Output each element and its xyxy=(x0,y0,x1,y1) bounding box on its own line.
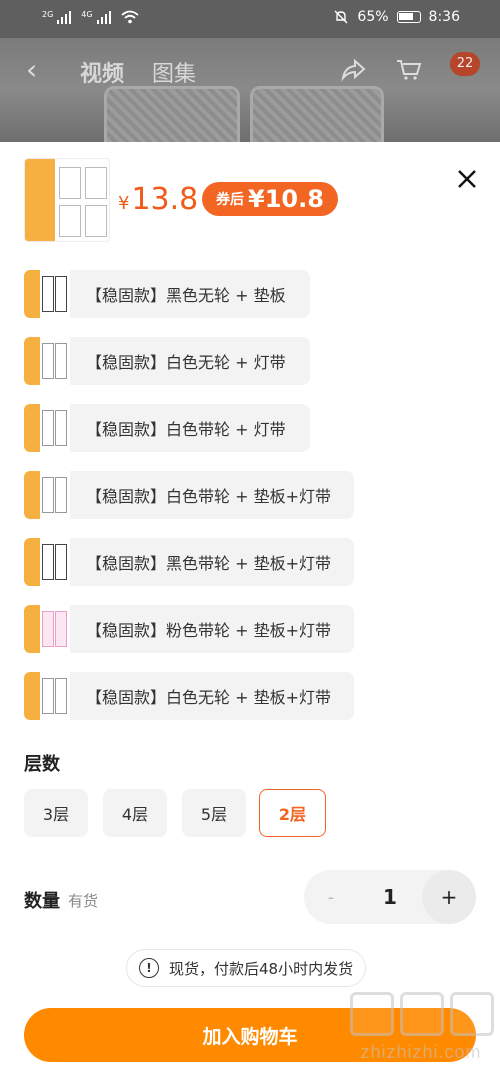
variant-label: 【稳固款】白色带轮 + 垫板+灯带 xyxy=(86,487,331,506)
tab-gallery[interactable]: 图集 xyxy=(152,56,196,88)
shipping-notice-text: 现货，付款后48小时内发货 xyxy=(169,959,354,978)
signal-4g-icon: 4G xyxy=(81,10,111,24)
quantity-value[interactable]: 1 xyxy=(358,870,422,924)
variant-thumbnail xyxy=(24,471,70,519)
status-bar: 2G 4G 65% 8:36 xyxy=(0,0,500,38)
product-image-basket xyxy=(250,86,384,142)
signal-4g-label: 4G xyxy=(81,10,93,19)
variant-option[interactable]: 【稳固款】黑色带轮 + 垫板+灯带 xyxy=(24,538,354,586)
decrease-button[interactable]: - xyxy=(304,870,358,924)
tab-video[interactable]: 视频 xyxy=(80,56,124,88)
battery-percent: 65% xyxy=(357,9,389,25)
signal-2g-label: 2G xyxy=(42,10,54,19)
coupon-price-badge: 券后 ¥10.8 xyxy=(202,182,338,216)
quantity-label: 数量 xyxy=(24,891,60,912)
cart-count-badge: 22 xyxy=(450,52,480,76)
variant-label: 【稳固款】白色无轮 + 垫板+灯带 xyxy=(86,688,331,707)
watermark-text: zhizhizhi.com xyxy=(360,1042,482,1062)
variant-thumbnail xyxy=(24,404,70,452)
quantity-stepper: - 1 + xyxy=(304,870,476,924)
clock: 8:36 xyxy=(428,9,460,25)
variant-label: 【稳固款】粉色带轮 + 垫板+灯带 xyxy=(86,621,331,640)
close-icon[interactable] xyxy=(452,164,482,194)
product-page-header: ‹ 视频 图集 22 xyxy=(0,38,500,142)
price: ¥ 13.8 xyxy=(118,182,198,217)
variant-label: 【稳固款】黑色带轮 + 垫板+灯带 xyxy=(86,554,331,573)
variant-option[interactable]: 【稳固款】白色带轮 + 灯带 xyxy=(24,404,310,452)
variant-label: 【稳固款】白色无轮 + 灯带 xyxy=(86,353,286,372)
variant-thumbnail xyxy=(24,270,70,318)
variant-thumbnail xyxy=(24,672,70,720)
variant-option[interactable]: 【稳固款】黑色无轮 + 垫板 xyxy=(24,270,310,318)
price-currency: ¥ xyxy=(118,193,130,214)
battery-icon xyxy=(396,11,421,23)
coupon-price: ¥10.8 xyxy=(248,185,324,213)
increase-button[interactable]: + xyxy=(422,870,476,924)
layer-option-2-selected[interactable]: 2层 xyxy=(259,789,326,837)
mute-bell-icon xyxy=(334,10,348,24)
variant-option[interactable]: 【稳固款】白色无轮 + 灯带 xyxy=(24,337,310,385)
signal-2g-icon: 2G xyxy=(42,10,72,24)
site-watermark: zhizhizhi.com xyxy=(346,990,496,1070)
variant-thumbnail xyxy=(24,337,70,385)
product-image-basket xyxy=(104,86,240,142)
variant-option[interactable]: 【稳固款】粉色带轮 + 垫板+灯带 xyxy=(24,605,354,653)
price-value: 13.8 xyxy=(131,182,199,217)
sku-selector-sheet: ¥ 13.8 券后 ¥10.8 【稳固款】黑色无轮 + 垫板 【稳固款】白色无轮… xyxy=(0,142,500,1070)
layer-option-4[interactable]: 4层 xyxy=(103,789,167,837)
coupon-label: 券后 xyxy=(216,192,244,208)
variant-option[interactable]: 【稳固款】白色无轮 + 垫板+灯带 xyxy=(24,672,354,720)
stock-status: 有货 xyxy=(68,892,99,910)
variant-label: 【稳固款】黑色无轮 + 垫板 xyxy=(86,286,286,305)
back-arrow-icon[interactable]: ‹ xyxy=(26,56,46,84)
variant-label: 【稳固款】白色带轮 + 灯带 xyxy=(86,420,286,439)
share-icon[interactable] xyxy=(340,58,366,82)
wifi-icon xyxy=(121,10,139,24)
layer-option-5[interactable]: 5层 xyxy=(182,789,246,837)
variant-thumbnail xyxy=(24,605,70,653)
variant-option[interactable]: 【稳固款】白色带轮 + 垫板+灯带 xyxy=(24,471,354,519)
info-icon: ! xyxy=(139,958,159,978)
layer-option-3[interactable]: 3层 xyxy=(24,789,88,837)
shipping-notice: ! 现货，付款后48小时内发货 xyxy=(126,949,367,987)
product-thumbnail xyxy=(24,158,110,242)
layers-title: 层数 xyxy=(24,754,60,775)
cart-icon[interactable] xyxy=(396,58,422,82)
variant-thumbnail xyxy=(24,538,70,586)
